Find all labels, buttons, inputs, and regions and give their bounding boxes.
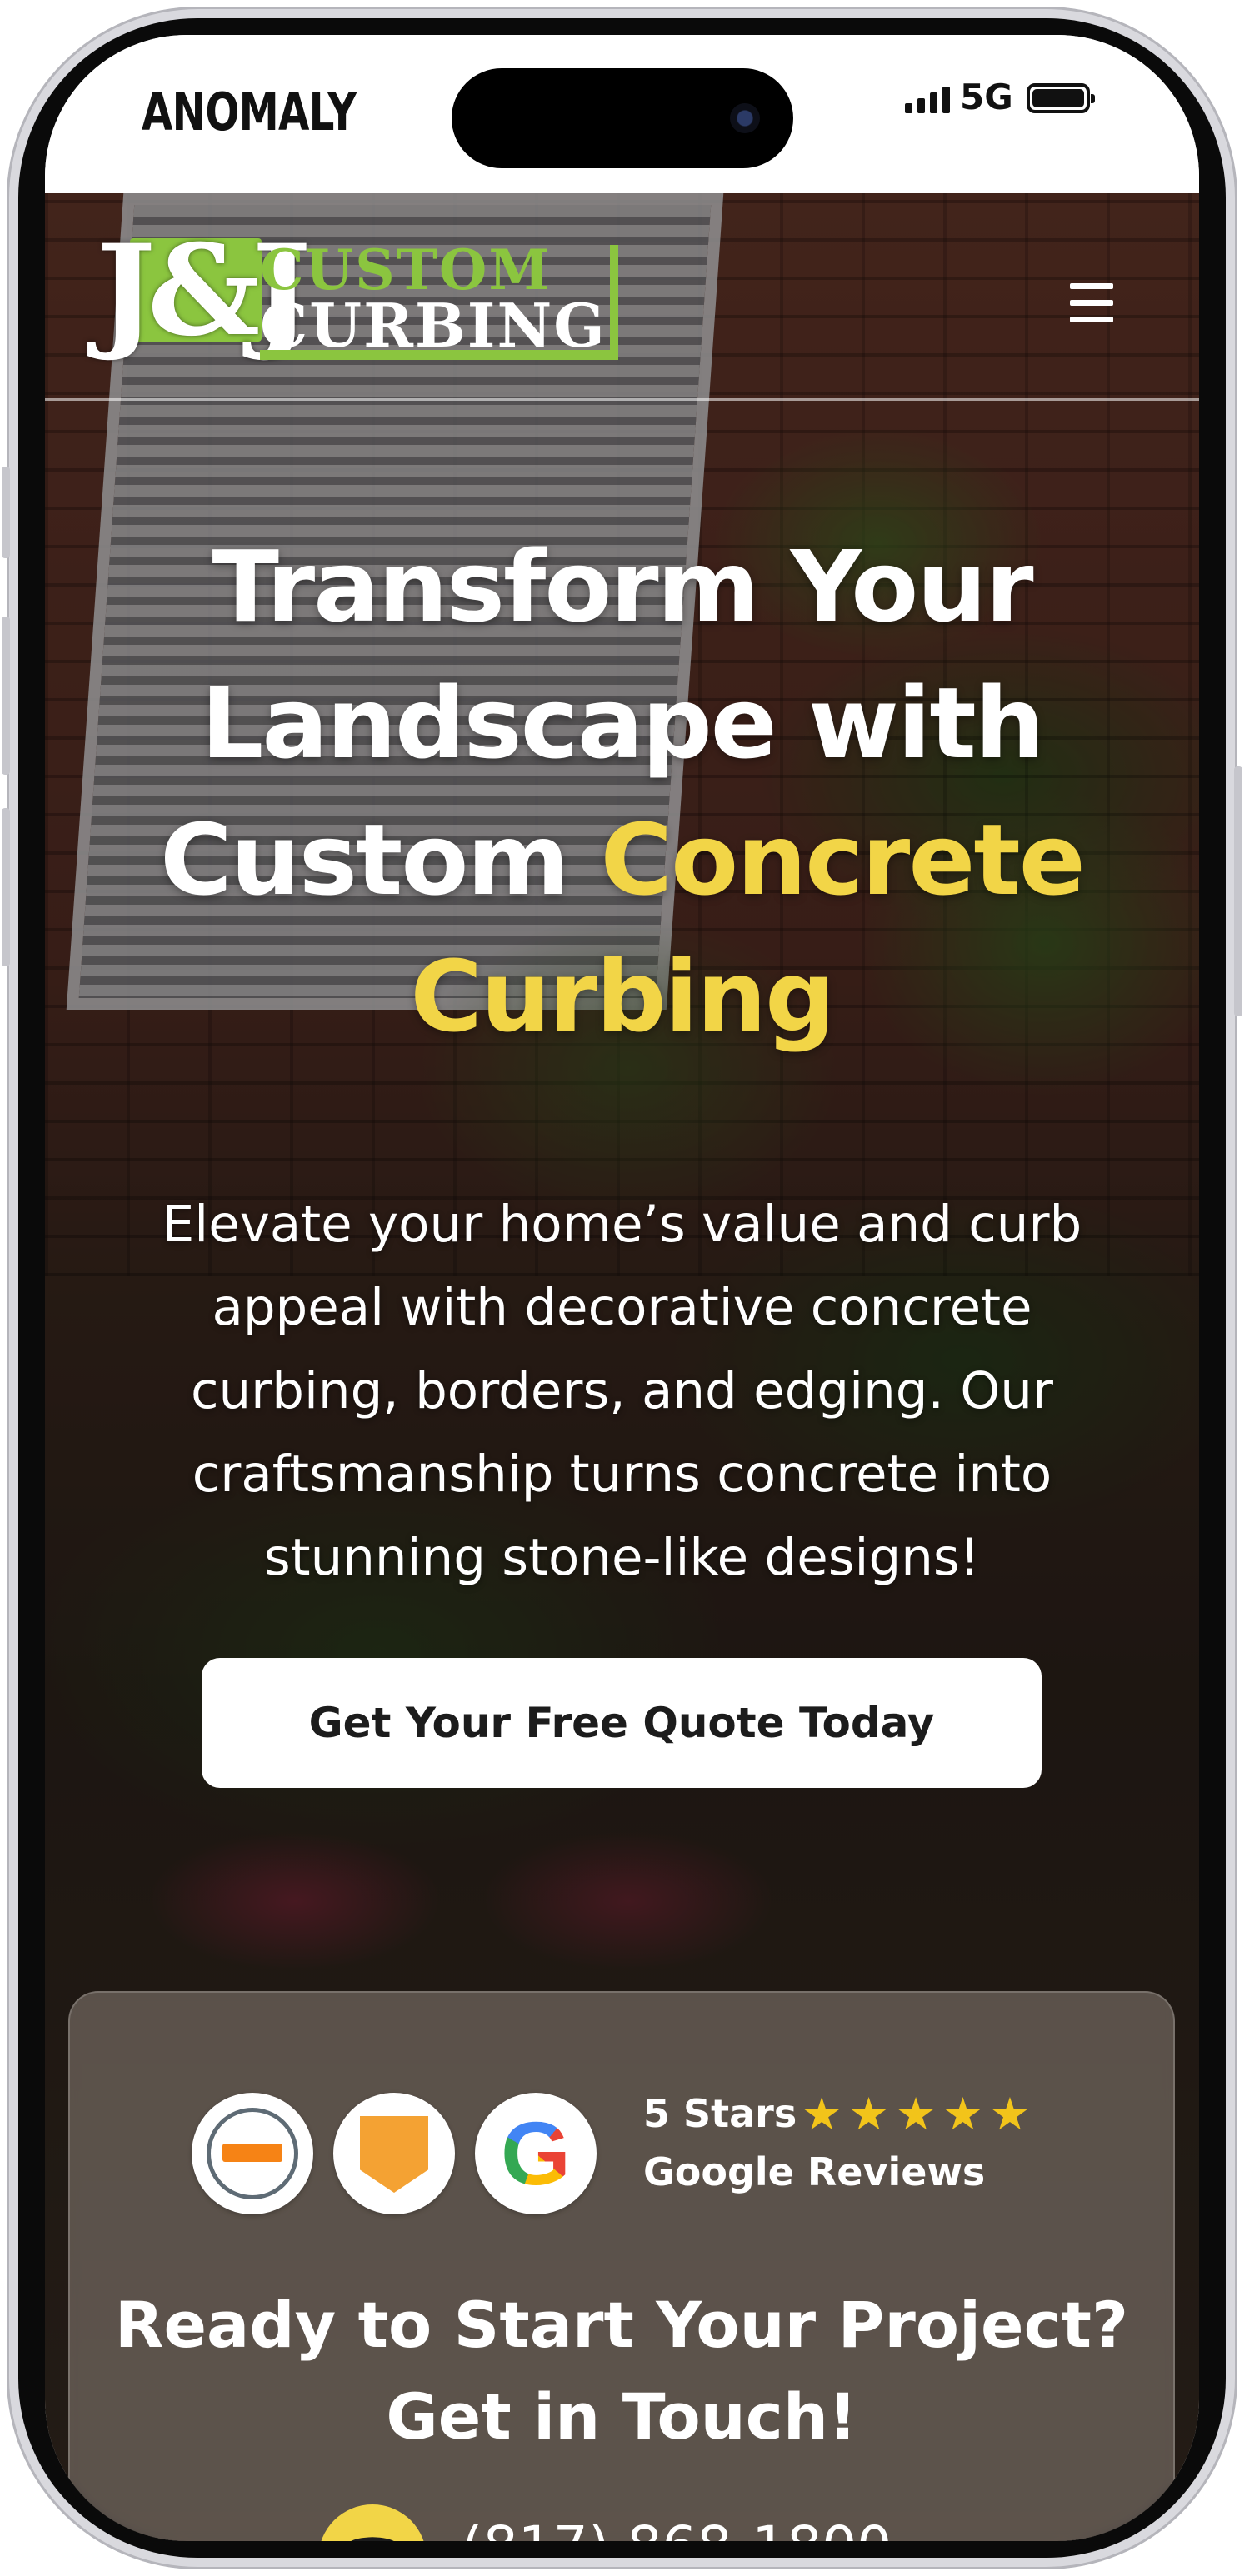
carrier-label: ANOMALY <box>142 82 357 142</box>
logo-underline <box>260 350 618 360</box>
google-icon: G <box>475 2093 597 2214</box>
contact-card: G 5 Stars ★ ★ ★ ★ ★ Google Reviews Ready… <box>68 1991 1175 2541</box>
header-divider <box>45 398 1199 401</box>
top-rated-shield <box>360 2116 428 2193</box>
screen: ANOMALY 5G J&J CUSTOM CURBING Transform … <box>45 35 1199 2541</box>
volume-up-button <box>2 617 10 775</box>
star-icon: ★ <box>942 2088 983 2140</box>
site-logo[interactable]: J&J CUSTOM CURBING <box>97 220 638 370</box>
rating-label: 5 Stars <box>643 2091 797 2136</box>
reviews-source-label: Google Reviews <box>643 2149 986 2194</box>
homeadvisor-screened-approved-icon <box>192 2093 313 2214</box>
hamburger-menu-icon[interactable] <box>1067 283 1117 323</box>
phone-link[interactable]: (817) 868-1800 <box>462 2514 892 2541</box>
network-label: 5G <box>960 77 1013 117</box>
star-icon: ★ <box>848 2088 889 2140</box>
logo-line-curbing: CURBING <box>260 290 607 361</box>
logo-sidebar <box>610 245 618 360</box>
phone-icon[interactable]: ☎ <box>318 2504 427 2541</box>
google-logo-letter: G <box>475 2093 597 2214</box>
camera-icon <box>730 103 760 133</box>
volume-down-button <box>2 808 10 966</box>
power-button <box>1234 766 1242 1016</box>
hero-subtext: Elevate your home’s value and curb appea… <box>162 1195 1082 1587</box>
star-icon: ★ <box>802 2088 842 2140</box>
site-header: J&J CUSTOM CURBING <box>45 193 1199 401</box>
hero-section: J&J CUSTOM CURBING Transform Your Landsc… <box>45 193 1199 2541</box>
star-icon: ★ <box>989 2088 1031 2140</box>
star-rating: ★ ★ ★ ★ ★ <box>802 2089 1030 2139</box>
status-bar: ANOMALY 5G <box>45 35 1199 193</box>
dynamic-island <box>452 68 793 168</box>
action-button <box>2 467 10 558</box>
hero-headline: Transform Your Landscape with Custom Con… <box>95 518 1149 1065</box>
battery-icon <box>1027 83 1095 113</box>
signal-icon <box>905 85 950 113</box>
homeadvisor-seal <box>207 2108 298 2199</box>
homeadvisor-top-rated-icon <box>333 2093 455 2214</box>
contact-title: Ready to Start Your Project? Get in Touc… <box>114 2288 1129 2454</box>
star-icon: ★ <box>895 2088 937 2140</box>
get-quote-button[interactable]: Get Your Free Quote Today <box>202 1658 1042 1788</box>
